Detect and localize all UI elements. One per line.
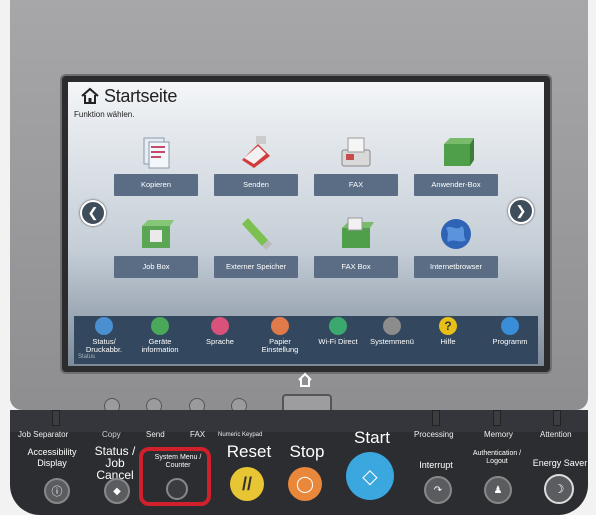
reset-label: Reset [226, 442, 272, 461]
start-icon: ◇ [362, 465, 378, 488]
tray-item-program[interactable]: Programm [480, 316, 540, 346]
tray-item-system-menu[interactable]: Systemmenü [362, 316, 422, 346]
paper-settings-icon [271, 317, 289, 335]
tray-item-status[interactable]: Status/ Druckabbr. [74, 316, 134, 354]
stop-icon: ◯ [296, 476, 314, 493]
tray-item-label: Systemmenü [370, 337, 414, 346]
energy-saver-label: Energy Saver [532, 458, 588, 468]
page-title: Startseite [80, 85, 177, 107]
home-key-icon [298, 372, 312, 387]
home-icon [81, 87, 99, 104]
status-job-cancel-label: Status / Job Cancel [94, 445, 136, 481]
numeric-keypad-label: Numeric Keypad [218, 432, 263, 438]
tray-item-language[interactable]: Sprache [190, 316, 250, 346]
copy-icon [143, 137, 170, 169]
start-button[interactable]: ◇ [346, 452, 394, 500]
tile-label: Job Box [114, 256, 198, 278]
tile-label: FAX [314, 174, 398, 196]
tray-item-label: Papier Einstellung [261, 337, 299, 354]
interrupt-icon: ↷ [433, 484, 443, 496]
fax-label: FAX [190, 430, 206, 439]
tray-item-label: Hilfe [440, 337, 456, 346]
tray-item-label: Wi-Fi Direct [318, 337, 358, 346]
tray-item-paper-settings[interactable]: Papier Einstellung [250, 316, 310, 354]
job-separator-label: Job Separator [18, 430, 69, 439]
quick-access-tray: Status/ Druckabbr. Geräte information Sp… [74, 316, 538, 364]
diamond-icon: ◆ [113, 485, 121, 497]
globe-icon [441, 219, 471, 249]
accessibility-button[interactable]: ⓘ [44, 478, 70, 504]
indicator-led [493, 410, 501, 426]
fax-icon [341, 137, 371, 167]
system-menu-counter-button[interactable] [166, 478, 188, 500]
memory-label: Memory [484, 430, 513, 439]
instruction-text: Funktion wählen. [74, 110, 135, 119]
indicator-strip [10, 410, 588, 432]
tile-label: Senden [214, 174, 298, 196]
chevron-left-icon: ❮ [87, 205, 99, 220]
touchscreen: Startseite Funktion wählen. Kopieren Sen… [68, 82, 544, 366]
previous-page-button[interactable]: ❮ [80, 200, 106, 226]
tray-item-device-info[interactable]: Geräte information [130, 316, 190, 354]
user-box-icon [444, 138, 474, 166]
chevron-right-icon: ❯ [515, 203, 527, 218]
usb-memory-icon [242, 218, 272, 250]
tray-item-label: Programm [492, 337, 528, 346]
indicator-led [553, 410, 561, 426]
gear-icon [383, 317, 401, 335]
language-icon [211, 317, 229, 335]
job-box-icon [142, 220, 174, 248]
start-label: Start [354, 428, 390, 447]
send-icon [242, 136, 270, 168]
next-page-button[interactable]: ❯ [508, 198, 534, 224]
reset-icon: // [241, 473, 252, 494]
tray-item-help[interactable]: ? Hilfe [418, 316, 478, 346]
status-label: Status [78, 354, 96, 360]
copy-label: Copy [102, 430, 121, 439]
wifi-direct-icon [329, 317, 347, 335]
tile-label: FAX Box [314, 256, 398, 278]
authentication-logout-button[interactable]: ♟ [484, 476, 512, 504]
stop-button[interactable]: ◯ [288, 467, 322, 501]
printer-control-panel: Startseite Funktion wählen. Kopieren Sen… [0, 0, 596, 515]
tray-item-label: Geräte information [141, 337, 179, 354]
tile-label: Kopieren [114, 174, 198, 196]
page-title-text: Startseite [104, 85, 178, 106]
power-icon: ☽ [553, 482, 565, 496]
status-job-cancel-button[interactable]: ◆ [104, 478, 130, 504]
user-icon: ♟ [493, 484, 503, 496]
reset-button[interactable]: // [230, 467, 264, 501]
energy-saver-button[interactable]: ☽ [544, 474, 574, 504]
tile-label: Anwender-Box [414, 174, 498, 196]
indicator-led [432, 410, 440, 426]
authentication-logout-label: Authentication / Logout [472, 450, 522, 465]
info-icon: ⓘ [51, 486, 63, 498]
fax-box-icon [342, 217, 374, 248]
indicator-led [52, 410, 60, 426]
interrupt-label: Interrupt [419, 460, 453, 470]
stop-label: Stop [289, 442, 325, 461]
tile-label: Externer Speicher [214, 256, 298, 278]
interrupt-button[interactable]: ↷ [424, 476, 452, 504]
program-icon [501, 317, 519, 335]
attention-label: Attention [540, 430, 572, 439]
processing-label: Processing [414, 430, 454, 439]
tile-label: Internetbrowser [414, 256, 498, 278]
accessibility-label: Accessibility Display [27, 447, 77, 468]
send-label: Send [146, 430, 165, 439]
tray-item-label: Sprache [206, 337, 234, 346]
tray-item-wifi-direct[interactable]: Wi-Fi Direct [308, 316, 368, 346]
help-icon: ? [439, 317, 457, 335]
device-info-icon [151, 317, 169, 335]
tray-item-label: Status/ Druckabbr. [85, 337, 123, 354]
status-icon [95, 317, 113, 335]
